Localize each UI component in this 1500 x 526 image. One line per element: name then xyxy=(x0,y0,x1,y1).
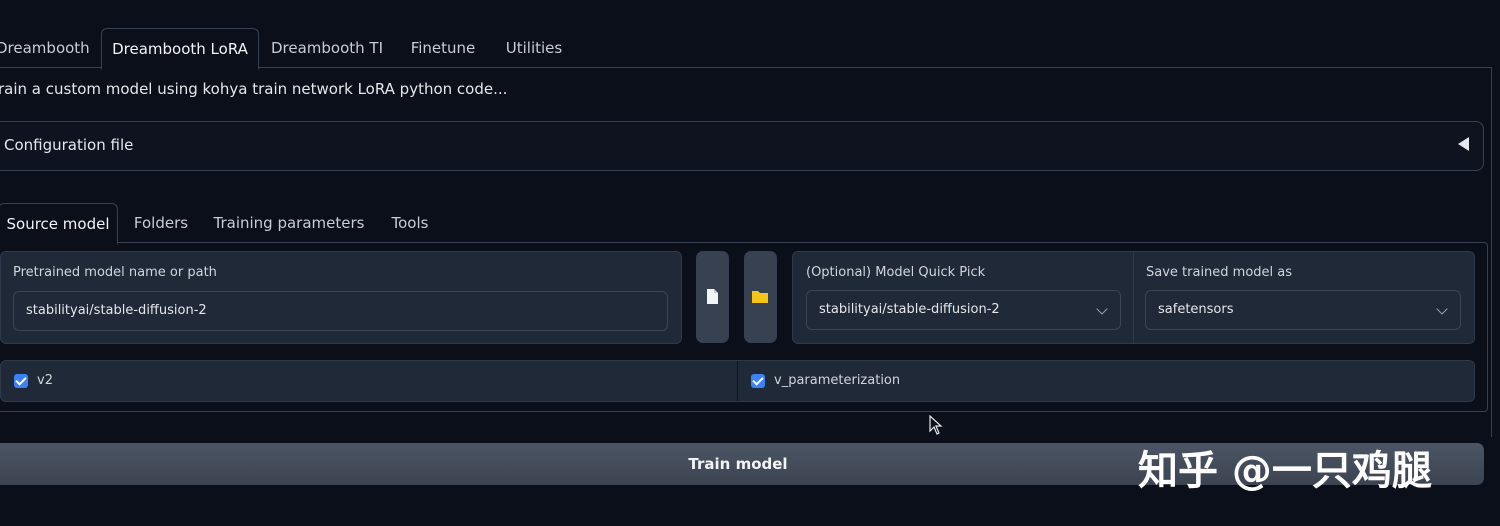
collapse-arrow-icon[interactable] xyxy=(1458,137,1469,151)
configuration-label: Configuration file xyxy=(4,136,134,154)
quick-pick-label: (Optional) Model Quick Pick xyxy=(806,265,986,280)
checkbox-row: v2 v_parameterization xyxy=(0,360,1475,402)
tab-folders[interactable]: Folders xyxy=(126,203,196,243)
model-options-block: (Optional) Model Quick Pick stabilityai/… xyxy=(792,251,1475,344)
page-description: rain a custom model using kohya train ne… xyxy=(0,80,508,98)
tab-tools[interactable]: Tools xyxy=(380,203,440,243)
quick-pick-select[interactable]: stabilityai/stable-diffusion-2 xyxy=(806,290,1121,330)
save-as-value: safetensors xyxy=(1158,302,1234,317)
watermark-text: 知乎 @一只鸡腿 xyxy=(1138,448,1432,494)
tab-training-parameters[interactable]: Training parameters xyxy=(210,203,368,243)
checkbox-divider xyxy=(737,361,738,401)
v2-label: v2 xyxy=(37,373,53,388)
main-tabbar: Dreambooth Dreambooth LoRA Dreambooth TI… xyxy=(0,28,1490,70)
folder-icon xyxy=(752,291,768,303)
chevron-down-icon xyxy=(1436,303,1448,315)
configuration-accordion[interactable]: Configuration file xyxy=(0,121,1484,171)
v2-checkbox[interactable] xyxy=(14,374,28,388)
tab-frame-right xyxy=(1491,67,1492,437)
mouse-cursor-icon xyxy=(929,415,943,435)
v-parameterization-checkbox[interactable] xyxy=(751,374,765,388)
tab-finetune[interactable]: Finetune xyxy=(398,28,488,68)
pretrained-model-block: Pretrained model name or path stabilitya… xyxy=(0,251,682,344)
save-as-select[interactable]: safetensors xyxy=(1145,290,1461,330)
tab-dreambooth[interactable]: Dreambooth xyxy=(0,28,90,68)
tab-source-model[interactable]: Source model xyxy=(0,203,118,245)
tab-dreambooth-lora[interactable]: Dreambooth LoRA xyxy=(101,28,259,70)
folder-picker-button[interactable] xyxy=(744,251,777,343)
block-divider xyxy=(1133,252,1134,343)
chevron-down-icon xyxy=(1096,303,1108,315)
tab-dreambooth-ti[interactable]: Dreambooth TI xyxy=(262,28,392,68)
pretrained-model-input[interactable]: stabilityai/stable-diffusion-2 xyxy=(13,291,668,331)
v-parameterization-label: v_parameterization xyxy=(774,373,901,388)
save-as-label: Save trained model as xyxy=(1146,265,1293,280)
quick-pick-value: stabilityai/stable-diffusion-2 xyxy=(819,302,1000,317)
file-picker-button[interactable] xyxy=(696,251,729,343)
file-icon xyxy=(707,289,718,304)
tab-utilities[interactable]: Utilities xyxy=(496,28,572,68)
pretrained-model-label: Pretrained model name or path xyxy=(13,265,217,280)
